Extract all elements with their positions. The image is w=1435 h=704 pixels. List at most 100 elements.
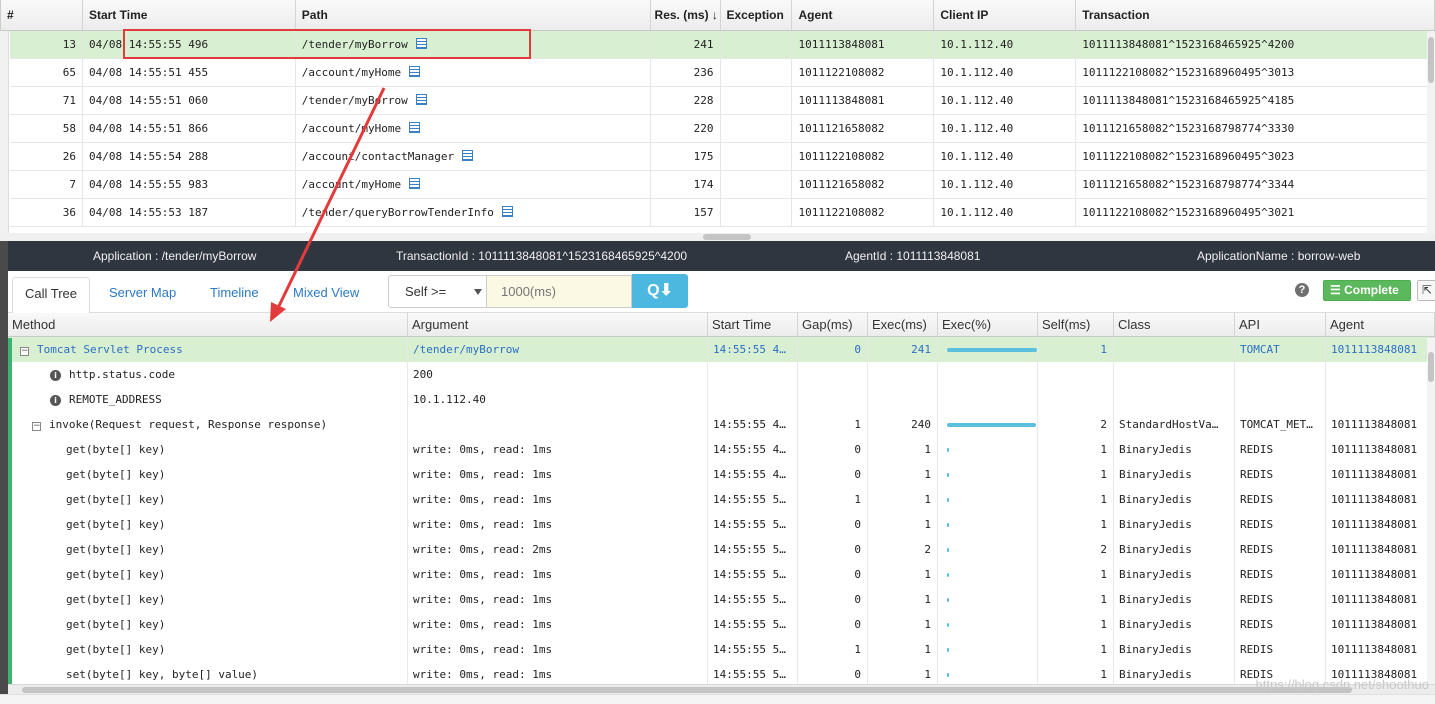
cell-api: REDIS <box>1235 637 1326 662</box>
column-header-start-time[interactable]: Start Time <box>83 0 296 30</box>
transaction-row[interactable]: 65 04/08 14:55:51 455/account/myHome 236 10… <box>10 59 1435 87</box>
exec-percent-bar <box>947 598 949 602</box>
call-tree-row[interactable]: get(byte[] key) write: 0ms, read: 1ms 14:5… <box>8 612 1435 637</box>
search-next-button[interactable]: Q⬇ <box>632 274 688 308</box>
transaction-table-body: 13 04/08 14:55:55 496/tender/myBorrow 241 1… <box>1 31 1435 227</box>
transaction-id-text: 1011122108082^1523168960495^3021 <box>1082 206 1295 219</box>
column-header-start-time[interactable]: Start Time <box>708 313 798 336</box>
call-tree-row[interactable]: set(byte[] key, byte[] value) write: 0ms,… <box>8 662 1435 684</box>
column-header-number[interactable]: # <box>1 0 83 30</box>
column-header-api[interactable]: API <box>1235 313 1326 336</box>
cell-start-time: 04/08 14:55:55 983 <box>83 171 296 198</box>
tab-timeline[interactable]: Timeline <box>198 277 271 314</box>
exec-percent-bar-track <box>943 612 1037 637</box>
tab-mixed-view[interactable]: Mixed View <box>281 277 371 314</box>
gap-text: 0 <box>854 593 861 606</box>
cell-gap: 1 <box>798 487 868 512</box>
transaction-horizontal-scrollbar[interactable] <box>0 233 1435 241</box>
help-icon[interactable]: ? <box>1295 283 1309 297</box>
start-time-text: 14:55:55 5… <box>713 543 786 556</box>
class-text: BinaryJedis <box>1119 468 1192 481</box>
start-time-text: 14:55:55 5… <box>713 493 786 506</box>
open-external-icon[interactable]: ⇱ <box>1417 280 1435 301</box>
cell-argument: 200 <box>408 362 708 387</box>
resize-handle[interactable] <box>703 234 751 240</box>
call-tree-row[interactable]: get(byte[] key) write: 0ms, read: 2ms 14:5… <box>8 537 1435 562</box>
call-tree-row[interactable]: − Tomcat Servlet Process/tender/myBorrow 1… <box>8 337 1435 362</box>
column-header-agent[interactable]: Agent <box>792 0 935 30</box>
tab-server-map[interactable]: Server Map <box>97 277 188 314</box>
cell-start-time: 14:55:55 5… <box>708 487 798 512</box>
agent-text: 1011113848081 <box>1331 443 1418 456</box>
call-tree-row[interactable]: get(byte[] key) write: 0ms, read: 1ms 14:5… <box>8 462 1435 487</box>
document-icon[interactable] <box>462 150 474 161</box>
argument-text: write: 0ms, read: 1ms <box>413 668 553 681</box>
gap-text: 0 <box>854 618 861 631</box>
api-text: REDIS <box>1240 468 1274 481</box>
cell-exec: 1 <box>868 562 938 587</box>
column-header-response-time[interactable]: Res. (ms) ↓ <box>651 0 721 30</box>
exec-percent-bar-track <box>943 562 1037 587</box>
exec-text: 1 <box>924 668 931 681</box>
document-icon[interactable] <box>409 122 421 133</box>
transaction-row[interactable]: 36 04/08 14:55:53 187/tender/queryBorrowT… <box>10 199 1435 227</box>
call-tree-row[interactable]: get(byte[] key) write: 0ms, read: 1ms 14:5… <box>8 562 1435 587</box>
column-header-path[interactable]: Path <box>296 0 651 30</box>
call-tree-horizontal-scrollbar[interactable] <box>8 684 1435 694</box>
cell-agent: 1011113848081 <box>1326 587 1435 612</box>
self-text: 1 <box>1100 518 1107 531</box>
call-tree-row[interactable]: i http.status.code 200 <box>8 362 1435 387</box>
path-text: /tender/queryBorrowTenderInfo <box>301 206 494 219</box>
agent-id-label: AgentId : 1011113848081 <box>845 249 981 263</box>
call-tree-row[interactable]: get(byte[] key) write: 0ms, read: 1ms 14:5… <box>8 437 1435 462</box>
self-filter-select[interactable]: Self >= <box>388 275 487 308</box>
scroll-thumb[interactable] <box>22 687 1352 693</box>
column-header-client-ip[interactable]: Client IP <box>934 0 1077 30</box>
transaction-row[interactable]: 26 04/08 14:55:54 288/account/contactMana… <box>10 143 1435 171</box>
cell-client-ip: 10.1.112.40 <box>934 199 1077 226</box>
document-icon[interactable] <box>409 66 421 77</box>
transaction-row[interactable]: 7 04/08 14:55:55 983/account/myHome 174 101… <box>10 171 1435 199</box>
scroll-thumb[interactable] <box>1428 37 1434 83</box>
cell-response-time: 241 <box>651 31 721 58</box>
transaction-row[interactable]: 58 04/08 14:55:51 866/account/myHome 220 10… <box>10 115 1435 143</box>
cell-exception <box>721 31 793 58</box>
column-header-argument[interactable]: Argument <box>408 313 708 336</box>
column-header-gap[interactable]: Gap(ms) <box>798 313 868 336</box>
column-header-method[interactable]: Method <box>8 313 408 336</box>
column-header-exec-percent[interactable]: Exec(%) <box>938 313 1038 336</box>
collapse-toggle-icon[interactable]: − <box>20 347 29 356</box>
threshold-ms-input[interactable] <box>487 275 632 308</box>
complete-button[interactable]: ☰ Complete <box>1323 280 1411 301</box>
column-header-self[interactable]: Self(ms) <box>1038 313 1114 336</box>
call-tree-row[interactable]: get(byte[] key) write: 0ms, read: 1ms 14:5… <box>8 487 1435 512</box>
column-header-exec[interactable]: Exec(ms) <box>868 313 938 336</box>
document-icon[interactable] <box>415 94 427 105</box>
call-tree-row[interactable]: get(byte[] key) write: 0ms, read: 1ms 14:5… <box>8 587 1435 612</box>
transaction-vertical-scrollbar[interactable] <box>1427 31 1435 233</box>
call-tree-row[interactable]: − invoke(Request request, Response respon… <box>8 412 1435 437</box>
document-icon[interactable] <box>501 206 513 217</box>
cell-exec-percent <box>938 562 1038 587</box>
column-header-agent[interactable]: Agent <box>1326 313 1435 336</box>
cell-api: REDIS <box>1235 487 1326 512</box>
document-icon[interactable] <box>409 178 421 189</box>
agent-text: 1011113848081 <box>798 38 885 51</box>
call-tree-vertical-scrollbar[interactable] <box>1427 338 1435 684</box>
transaction-row[interactable]: 71 04/08 14:55:51 060/tender/myBorrow 228 1… <box>10 87 1435 115</box>
tab-call-tree[interactable]: Call Tree <box>12 277 91 314</box>
cell-start-time: 14:55:55 4… <box>708 437 798 462</box>
column-header-exception[interactable]: Exception <box>721 0 793 30</box>
collapse-toggle-icon[interactable]: − <box>32 422 41 431</box>
scroll-thumb[interactable] <box>1428 352 1434 382</box>
call-tree-row[interactable]: i REMOTE_ADDRESS 10.1.112.40 <box>8 387 1435 412</box>
column-header-transaction[interactable]: Transaction <box>1076 0 1435 30</box>
column-header-class[interactable]: Class <box>1114 313 1235 336</box>
cell-api: TOMCAT_MET… <box>1235 412 1326 437</box>
method-text: get(byte[] key) <box>66 443 166 456</box>
cell-argument <box>408 412 708 437</box>
call-tree-row[interactable]: get(byte[] key) write: 0ms, read: 1ms 14:5… <box>8 512 1435 537</box>
transaction-id-text: 1011113848081^1523168465925^4200 <box>1082 38 1295 51</box>
call-tree-row[interactable]: get(byte[] key) write: 0ms, read: 1ms 14:5… <box>8 637 1435 662</box>
row-number-text: 71 <box>62 94 76 107</box>
